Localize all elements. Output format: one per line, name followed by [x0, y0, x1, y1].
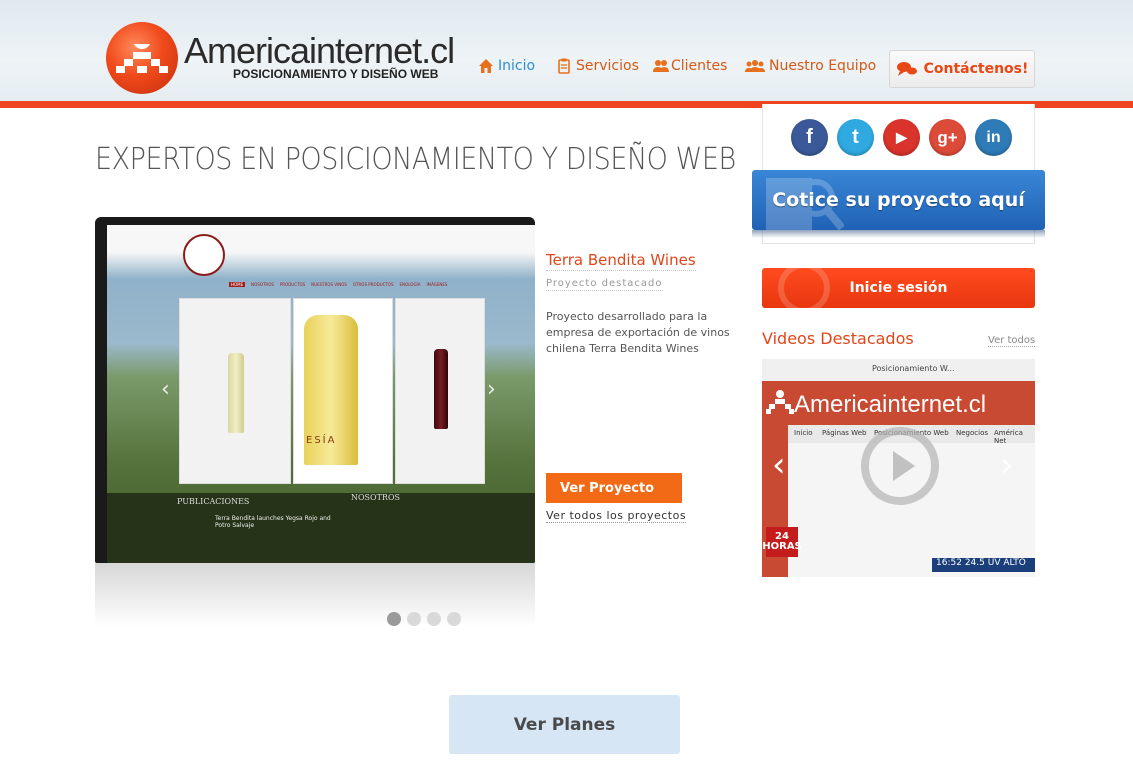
video-browser-tabs: Posicionamiento W...: [762, 359, 1035, 381]
screen-nav-item: NOSOTROS: [251, 282, 274, 287]
nav-item-servicios[interactable]: Servicios: [556, 58, 639, 74]
videos-title: Videos Destacados: [762, 329, 914, 348]
screen-nav-item: IMÁGENES: [426, 282, 448, 287]
terra-bendita-logo: [183, 234, 225, 276]
screen-nav: HOME NOSOTROS PRODUCTOS NUESTROS VINOS OTROS…: [229, 271, 489, 306]
screen-nav-item: PRODUCTOS: [279, 282, 306, 287]
users-icon: [653, 60, 669, 72]
nav-item-clientes[interactable]: Clientes: [652, 58, 727, 74]
social-links: f t ▶ g+ in: [791, 119, 1012, 156]
login-button[interactable]: Inicie sesión: [762, 268, 1035, 308]
featured-video[interactable]: Posicionamiento W... Americainternet.cl …: [762, 359, 1035, 577]
logo-figure-icon: [116, 44, 168, 73]
contact-button[interactable]: Contáctenos!: [889, 50, 1035, 88]
screen-footer: PUBLICACIONES NOSOTROS Terra Bendita lau…: [107, 493, 535, 563]
wine-bottle: [228, 353, 244, 433]
screen-nav-item: OTROS PRODUCTOS: [352, 282, 394, 287]
home-icon: [479, 59, 493, 73]
slide-next-icon[interactable]: ›: [487, 377, 496, 402]
team-icon: [745, 60, 765, 72]
screen-footer-label: PUBLICACIONES: [177, 497, 250, 506]
nav-item-label: Servicios: [576, 58, 639, 74]
screen-nav-item: HOME: [229, 282, 246, 287]
logo-icon[interactable]: [106, 22, 178, 94]
video-time: 16:52: [936, 558, 962, 568]
quote-button[interactable]: Cotice su proyecto aquí: [752, 170, 1045, 230]
page-title: EXPERTOS EN POSICIONAMIENTO Y DISEÑO WEB: [95, 142, 736, 177]
chat-icon: [896, 62, 917, 76]
logo-text[interactable]: Americainternet.cl: [184, 30, 455, 72]
screen-nav-item: ENOLOGÍA: [399, 282, 421, 287]
slide-reflection: [95, 563, 535, 627]
screen-news-text: Terra Bendita launches Yegsa Rojo and Po…: [215, 515, 331, 529]
product-panel: [179, 298, 291, 484]
video-prev-icon[interactable]: ‹: [772, 445, 786, 485]
video-temp: 24.5: [964, 558, 985, 568]
video-tab-title: Posicionamiento W...: [872, 364, 955, 373]
twitter-icon[interactable]: t: [837, 119, 874, 156]
lock-icon: [778, 268, 830, 308]
slide-screenshot[interactable]: HOME NOSOTROS PRODUCTOS NUESTROS VINOS OTROS…: [95, 217, 535, 563]
quote-button-shadow: [752, 230, 1045, 238]
slider-dot[interactable]: [407, 612, 421, 626]
facebook-icon[interactable]: f: [791, 119, 828, 156]
product-panel: ESÍA: [293, 298, 393, 484]
googleplus-icon[interactable]: g+: [929, 119, 966, 156]
video-brand: Americainternet.cl: [794, 391, 987, 418]
slide-info: Terra Bendita Wines Proyecto destacado P…: [546, 250, 736, 357]
video-menu-item: Inicio: [794, 429, 813, 437]
contact-label: Contáctenos!: [923, 61, 1029, 77]
product-panel: [395, 298, 485, 484]
all-projects-link[interactable]: Ver todos los proyectos: [546, 509, 687, 523]
americainternet-logo-icon: [766, 390, 794, 414]
screen-nav-item: NUESTROS VINOS: [311, 282, 347, 287]
videos-all-link[interactable]: Ver todos: [988, 335, 1036, 347]
esia-label: ESÍA: [306, 435, 337, 446]
nav-item-inicio[interactable]: Inicio: [478, 58, 535, 74]
slide-subtitle: Proyecto destacado: [546, 278, 663, 291]
quote-label: Cotice su proyecto aquí: [772, 189, 1025, 211]
featured-slider: HOME NOSOTROS PRODUCTOS NUESTROS VINOS OTROS…: [95, 217, 535, 627]
login-label: Inicie sesión: [849, 280, 948, 296]
youtube-icon[interactable]: ▶: [883, 119, 920, 156]
clipboard-icon: [558, 58, 570, 74]
slider-dot[interactable]: [387, 612, 401, 626]
video-menu-item: Negocios: [956, 429, 988, 437]
nav-item-label: Nuestro Equipo: [769, 58, 877, 74]
slide-prev-icon[interactable]: ‹: [161, 377, 170, 402]
nav-item-nuestro-equipo[interactable]: Nuestro Equipo: [745, 58, 876, 74]
video-ticker: 16:52 24.5 UV ALTO: [932, 558, 1035, 572]
slider-dots: [387, 612, 461, 626]
video-next-icon[interactable]: ›: [1000, 445, 1014, 485]
slide-description: Proyecto desarrollado para la empresa de…: [546, 310, 730, 355]
view-project-button[interactable]: Ver Proyecto: [546, 473, 682, 503]
slide-screenshot-content: HOME NOSOTROS PRODUCTOS NUESTROS VINOS OTROS…: [107, 225, 535, 563]
screen-footer-label: NOSOTROS: [351, 493, 400, 502]
slider-dot[interactable]: [447, 612, 461, 626]
slide-title[interactable]: Terra Bendita Wines: [546, 251, 696, 271]
nav-item-label: Clientes: [671, 58, 728, 74]
video-ticker-text: UV ALTO: [987, 558, 1026, 568]
logo-subtitle: POSICIONAMIENTO Y DISEÑO WEB: [233, 67, 439, 81]
play-triangle-icon: [893, 451, 915, 481]
view-plans-button[interactable]: Ver Planes: [449, 695, 680, 754]
channel-logo: 24 HORAS: [762, 527, 802, 557]
nav-item-label: Inicio: [498, 58, 536, 74]
video-menu-item: Páginas Web: [822, 429, 867, 437]
play-icon[interactable]: [861, 427, 939, 505]
linkedin-icon[interactable]: in: [975, 119, 1012, 156]
wine-bottle: [434, 349, 448, 429]
slider-dot[interactable]: [427, 612, 441, 626]
